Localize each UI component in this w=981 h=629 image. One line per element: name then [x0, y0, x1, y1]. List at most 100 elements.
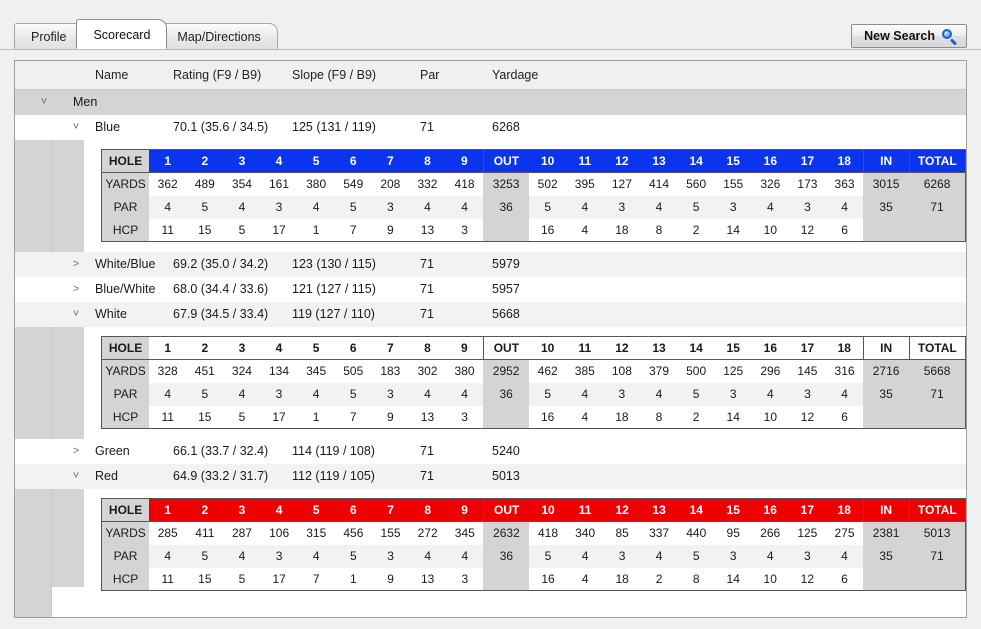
par-2: 5 — [186, 545, 223, 568]
chevron-right-icon-blue-white[interactable]: ˃ — [67, 277, 85, 302]
chevron-right-icon-white-blue[interactable]: ˃ — [67, 252, 85, 277]
yards-1: 362 — [149, 173, 186, 196]
tee-row-white-blue-yardage: 5979 — [492, 252, 520, 277]
hcp-5: 1 — [298, 219, 335, 242]
par-out: 36 — [483, 545, 529, 568]
column-header-name: Name — [95, 61, 128, 90]
hole-17: 17 — [789, 337, 826, 360]
hole-1: 1 — [149, 337, 186, 360]
tee-row-blue-white-name: Blue/White — [95, 277, 155, 302]
yards-7: 183 — [372, 360, 409, 383]
hcp-15: 14 — [715, 406, 752, 429]
hcp-15: 14 — [715, 568, 752, 591]
par-total: 71 — [909, 196, 965, 219]
hole-18: 18 — [826, 150, 863, 173]
scorecard-header-row-red: HOLE 1 2 3 4 5 6 7 8 9 OUT 10 11 — [102, 499, 966, 522]
yards-6: 456 — [335, 522, 372, 545]
hcp-12: 18 — [603, 219, 640, 242]
yards-in: 2381 — [863, 522, 909, 545]
hcp-7: 9 — [372, 219, 409, 242]
par-in: 35 — [863, 545, 909, 568]
hole-16: 16 — [752, 499, 789, 522]
group-row-men[interactable]: ˅ Men — [15, 90, 966, 115]
scorecard-par-row-white: PAR 4 5 4 3 4 5 3 4 4 36 5 4 — [102, 383, 966, 406]
hcp-1: 11 — [149, 406, 186, 429]
hcp-4: 17 — [260, 406, 297, 429]
new-search-button[interactable]: New Search — [851, 24, 967, 48]
tee-row-blue[interactable]: ˅ Blue 70.1 (35.6 / 34.5) 125 (131 / 119… — [15, 115, 966, 140]
hcp-1: 11 — [149, 219, 186, 242]
yards-9: 345 — [446, 522, 483, 545]
hcp-12: 18 — [603, 406, 640, 429]
grid-scroll-area[interactable]: Name Rating (F9 / B9) Slope (F9 / B9) Pa… — [15, 61, 966, 617]
tee-row-red[interactable]: ˅ Red 64.9 (33.2 / 31.7) 112 (119 / 105)… — [15, 464, 966, 489]
hcp-out — [483, 219, 529, 242]
scorecard-yards-row-red: YARDS 285 411 287 106 315 456 155 272 34… — [102, 522, 966, 545]
hole-3: 3 — [223, 337, 260, 360]
label-out: OUT — [483, 337, 529, 360]
hcp-11: 4 — [566, 219, 603, 242]
scorecard-header-row-white: HOLE 1 2 3 4 5 6 7 8 9 OUT 10 11 — [102, 337, 966, 360]
yards-3: 287 — [223, 522, 260, 545]
yards-6: 505 — [335, 360, 372, 383]
chevron-right-icon-green[interactable]: ˃ — [67, 439, 85, 464]
hole-8: 8 — [409, 499, 446, 522]
tee-row-white-blue-name: White/Blue — [95, 252, 155, 277]
hcp-6: 7 — [335, 219, 372, 242]
hole-9: 9 — [446, 499, 483, 522]
tee-row-blue-white-rating: 68.0 (34.4 / 33.6) — [173, 277, 268, 302]
hcp-4: 17 — [260, 219, 297, 242]
par-12: 3 — [603, 196, 640, 219]
tee-row-blue-white[interactable]: ˃ Blue/White 68.0 (34.4 / 33.6) 121 (127… — [15, 277, 966, 302]
scorecard-par-row-red: PAR 4 5 4 3 4 5 3 4 4 36 5 4 — [102, 545, 966, 568]
yards-18: 316 — [826, 360, 863, 383]
tab-profile[interactable]: Profile — [14, 23, 83, 49]
hcp-8: 13 — [409, 406, 446, 429]
hole-13: 13 — [640, 150, 677, 173]
hole-5: 5 — [298, 337, 335, 360]
hcp-17: 12 — [789, 406, 826, 429]
tab-scorecard[interactable]: Scorecard — [76, 19, 167, 49]
tee-row-green[interactable]: ˃ Green 66.1 (33.7 / 32.4) 114 (119 / 10… — [15, 439, 966, 464]
par-4: 3 — [260, 196, 297, 219]
tee-row-blue-white-par: 71 — [420, 277, 434, 302]
hcp-2: 15 — [186, 406, 223, 429]
yards-17: 145 — [789, 360, 826, 383]
par-2: 5 — [186, 196, 223, 219]
hole-17: 17 — [789, 150, 826, 173]
yards-14: 440 — [678, 522, 715, 545]
par-5: 4 — [298, 196, 335, 219]
yards-13: 337 — [641, 522, 678, 545]
tee-row-red-name: Red — [95, 464, 118, 489]
column-header-slope: Slope (F9 / B9) — [292, 61, 376, 90]
par-15: 3 — [715, 383, 752, 406]
tee-row-green-slope: 114 (119 / 108) — [292, 439, 375, 464]
tee-row-white-blue-rating: 69.2 (35.0 / 34.2) — [173, 252, 268, 277]
tee-row-white-blue-slope: 123 (130 / 115) — [292, 252, 376, 277]
yards-15: 155 — [715, 173, 752, 196]
tee-row-white-blue[interactable]: ˃ White/Blue 69.2 (35.0 / 34.2) 123 (130… — [15, 252, 966, 277]
grid-column-header: Name Rating (F9 / B9) Slope (F9 / B9) Pa… — [15, 61, 966, 90]
par-7: 3 — [372, 545, 409, 568]
hcp-out — [483, 406, 529, 429]
chevron-down-icon-red[interactable]: ˅ — [67, 464, 85, 489]
par-3: 4 — [223, 383, 260, 406]
hcp-9: 3 — [446, 219, 483, 242]
hole-2: 2 — [186, 337, 223, 360]
hcp-7: 9 — [372, 406, 409, 429]
tab-map-directions[interactable]: Map/Directions — [160, 23, 277, 49]
par-14: 5 — [678, 545, 715, 568]
chevron-down-icon-men[interactable]: ˅ — [35, 90, 53, 115]
par-6: 5 — [335, 383, 372, 406]
chevron-down-icon-blue[interactable]: ˅ — [67, 115, 85, 140]
chevron-down-icon-white[interactable]: ˅ — [67, 302, 85, 327]
hcp-in — [863, 406, 909, 429]
tee-row-white[interactable]: ˅ White 67.9 (34.5 / 33.4) 119 (127 / 11… — [15, 302, 966, 327]
hcp-16: 10 — [752, 406, 789, 429]
hole-6: 6 — [335, 337, 372, 360]
hole-12: 12 — [604, 499, 641, 522]
par-in: 35 — [863, 383, 909, 406]
tee-row-green-par: 71 — [420, 439, 434, 464]
hole-5: 5 — [298, 150, 335, 173]
tab-strip: Profile Scorecard Map/Directions New Sea… — [0, 0, 981, 52]
